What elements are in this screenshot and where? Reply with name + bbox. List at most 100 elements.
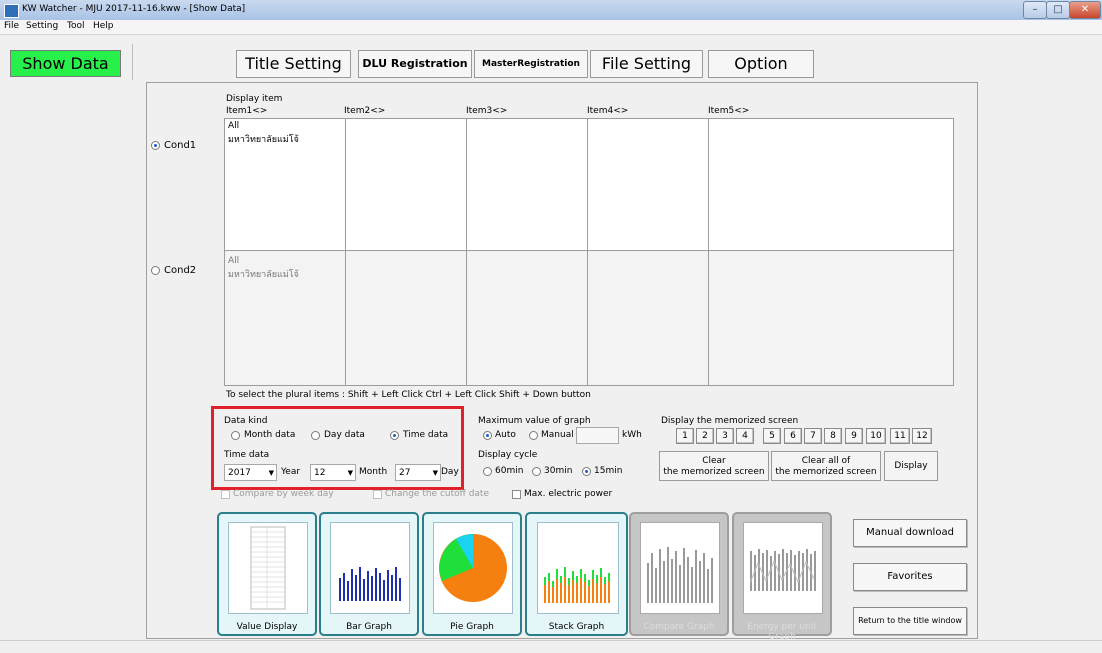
- cond1-item2-list[interactable]: [345, 118, 468, 251]
- list-item[interactable]: มหาวิทยาลัยแม่โจ้: [228, 132, 299, 146]
- memory-slot-11[interactable]: 11: [890, 428, 910, 444]
- chevron-down-icon: ▼: [432, 469, 438, 477]
- time-data-radio[interactable]: [390, 431, 399, 440]
- memory-slot-12[interactable]: 12: [912, 428, 932, 444]
- year-label: Year: [281, 467, 301, 477]
- energy-per-unit-card[interactable]: Energy per unit Graph: [732, 512, 832, 642]
- energy-per-unit-label: Energy per unit Graph: [747, 622, 817, 642]
- memory-slot-7[interactable]: 7: [804, 428, 822, 444]
- manual-value-input[interactable]: [576, 427, 619, 444]
- memory-slot-10[interactable]: 10: [866, 428, 886, 444]
- list-item[interactable]: All: [228, 256, 239, 266]
- app-icon: [4, 4, 19, 18]
- auto-radio[interactable]: [483, 431, 492, 440]
- status-bar: [0, 640, 1102, 653]
- cond2-item4-list[interactable]: [587, 250, 710, 386]
- stack-graph-card[interactable]: Stack Graph: [525, 512, 628, 636]
- master-registration-tab[interactable]: MasterRegistration: [474, 50, 588, 78]
- list-item[interactable]: All: [228, 121, 239, 131]
- memory-slot-2[interactable]: 2: [696, 428, 714, 444]
- memory-slot-3[interactable]: 3: [716, 428, 734, 444]
- month-data-label: Month data: [244, 430, 296, 440]
- month-select[interactable]: 12 ▼: [310, 464, 356, 481]
- memory-slot-4[interactable]: 4: [736, 428, 754, 444]
- cond1-item3-list[interactable]: [466, 118, 589, 251]
- month-value: 12: [314, 468, 326, 478]
- compare-graph-label: Compare Graph: [643, 622, 715, 632]
- 30min-radio[interactable]: [532, 467, 541, 476]
- cond1-item5-list[interactable]: [708, 118, 954, 251]
- show-data-tab[interactable]: Show Data: [10, 50, 121, 77]
- menu-tool[interactable]: Tool: [67, 21, 84, 31]
- manual-label: Manual: [541, 430, 574, 440]
- memory-slot-5[interactable]: 5: [763, 428, 781, 444]
- cond1-label: Cond1: [164, 140, 197, 151]
- return-title-button[interactable]: Return to the title window: [853, 607, 967, 635]
- day-label: Day: [441, 467, 459, 477]
- value-display-card[interactable]: Value Display: [217, 512, 317, 636]
- display-item-label: Display item: [226, 94, 283, 104]
- cond1-radio[interactable]: [151, 141, 160, 150]
- cutoff-checkbox[interactable]: [373, 490, 382, 499]
- divider: [132, 44, 133, 80]
- month-data-radio[interactable]: [231, 431, 240, 440]
- time-data-group-label: Time data: [224, 450, 270, 460]
- cond1-item4-list[interactable]: [587, 118, 710, 251]
- memory-slot-1[interactable]: 1: [676, 428, 694, 444]
- clear-all-label-line1: Clear all of: [801, 456, 851, 466]
- day-data-label: Day data: [324, 430, 365, 440]
- column-header-item3: Item3<>: [466, 106, 508, 116]
- column-header-item2: Item2<>: [344, 106, 386, 116]
- file-setting-tab[interactable]: File Setting: [590, 50, 703, 78]
- day-data-radio[interactable]: [311, 431, 320, 440]
- kwh-unit-label: kWh: [622, 430, 642, 440]
- table-icon: [250, 526, 286, 610]
- favorites-button[interactable]: Favorites: [853, 563, 967, 591]
- clear-all-memorized-button[interactable]: Clear all of the memorized screen: [771, 451, 881, 481]
- bar-thumbnail: [330, 522, 410, 614]
- clear-memorized-button[interactable]: Clear the memorized screen: [659, 451, 769, 481]
- cond2-radio[interactable]: [151, 266, 160, 275]
- option-tab[interactable]: Option: [708, 50, 814, 78]
- menu-file[interactable]: File: [4, 21, 19, 31]
- 15min-radio[interactable]: [582, 467, 591, 476]
- pie-graph-card[interactable]: Pie Graph: [422, 512, 522, 636]
- cond2-item1-list[interactable]: All มหาวิทยาลัยแม่โจ้: [224, 250, 347, 386]
- memorized-label: Display the memorized screen: [661, 416, 799, 426]
- maximize-button[interactable]: □: [1046, 1, 1070, 19]
- cond2-item2-list[interactable]: [345, 250, 468, 386]
- compare-week-label: Compare by week day: [233, 489, 334, 499]
- 60min-radio[interactable]: [483, 467, 492, 476]
- pie-chart-icon: [439, 534, 507, 602]
- stacked-bar-icon: [544, 567, 610, 603]
- close-button[interactable]: ✕: [1069, 1, 1101, 19]
- compare-thumbnail: [640, 522, 720, 614]
- bar-graph-card[interactable]: Bar Graph: [319, 512, 419, 636]
- cond2-item5-list[interactable]: [708, 250, 954, 386]
- minimize-button[interactable]: –: [1023, 1, 1047, 19]
- memory-slot-9[interactable]: 9: [845, 428, 863, 444]
- 60min-label: 60min: [495, 466, 524, 476]
- auto-label: Auto: [495, 430, 516, 440]
- memory-slot-8[interactable]: 8: [824, 428, 842, 444]
- list-item[interactable]: มหาวิทยาลัยแม่โจ้: [228, 267, 299, 281]
- day-value: 27: [399, 468, 411, 478]
- display-memorized-button[interactable]: Display: [884, 451, 938, 481]
- cond2-item3-list[interactable]: [466, 250, 589, 386]
- dlu-registration-tab[interactable]: DLU Registration: [358, 50, 472, 78]
- compare-graph-card[interactable]: Compare Graph: [629, 512, 729, 636]
- max-power-checkbox[interactable]: [512, 490, 521, 499]
- chevron-down-icon: ▼: [347, 469, 353, 477]
- menu-help[interactable]: Help: [93, 21, 114, 31]
- cutoff-label: Change the cutoff date: [385, 489, 489, 499]
- manual-download-button[interactable]: Manual download: [853, 519, 967, 547]
- menu-setting[interactable]: Setting: [26, 21, 58, 31]
- year-select[interactable]: 2017 ▼: [224, 464, 277, 481]
- compare-week-checkbox[interactable]: [221, 490, 230, 499]
- manual-radio[interactable]: [529, 431, 538, 440]
- window-title: KW Watcher - MJU 2017-11-16.kww - [Show …: [22, 4, 246, 14]
- cond1-item1-list[interactable]: All มหาวิทยาลัยแม่โจ้: [224, 118, 347, 251]
- title-setting-tab[interactable]: Title Setting: [236, 50, 351, 78]
- day-select[interactable]: 27 ▼: [395, 464, 441, 481]
- memory-slot-6[interactable]: 6: [784, 428, 802, 444]
